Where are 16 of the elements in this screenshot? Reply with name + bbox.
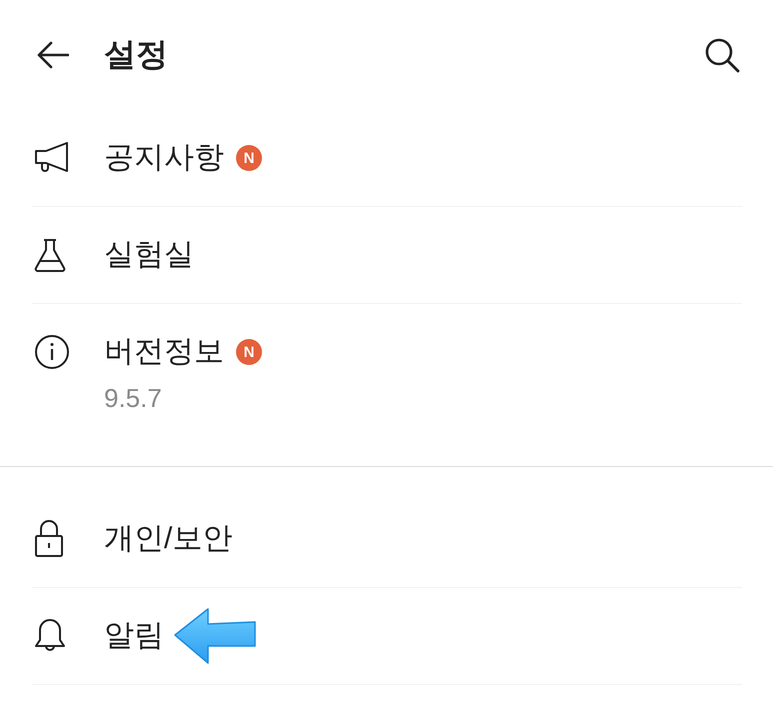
menu-item[interactable]: 알림 [104, 619, 164, 653]
menu-item[interactable]: 공지사항 [104, 141, 224, 175]
menu-item[interactable]: 버전정보 [104, 335, 224, 369]
bell-icon [34, 618, 66, 654]
flask-icon [34, 238, 66, 272]
megaphone-icon [34, 142, 70, 174]
back-icon[interactable] [37, 41, 69, 69]
menu-item[interactable]: 개인/보안 [104, 522, 232, 556]
new-badge: N [236, 145, 262, 171]
menu-item[interactable]: 실험실 [104, 238, 194, 272]
page-title: 설정 [104, 35, 169, 74]
lock-icon [34, 520, 64, 558]
search-icon[interactable] [704, 37, 740, 73]
version-number: 9.5.7 [104, 384, 163, 412]
info-icon [34, 334, 70, 370]
new-badge: N [236, 339, 262, 365]
